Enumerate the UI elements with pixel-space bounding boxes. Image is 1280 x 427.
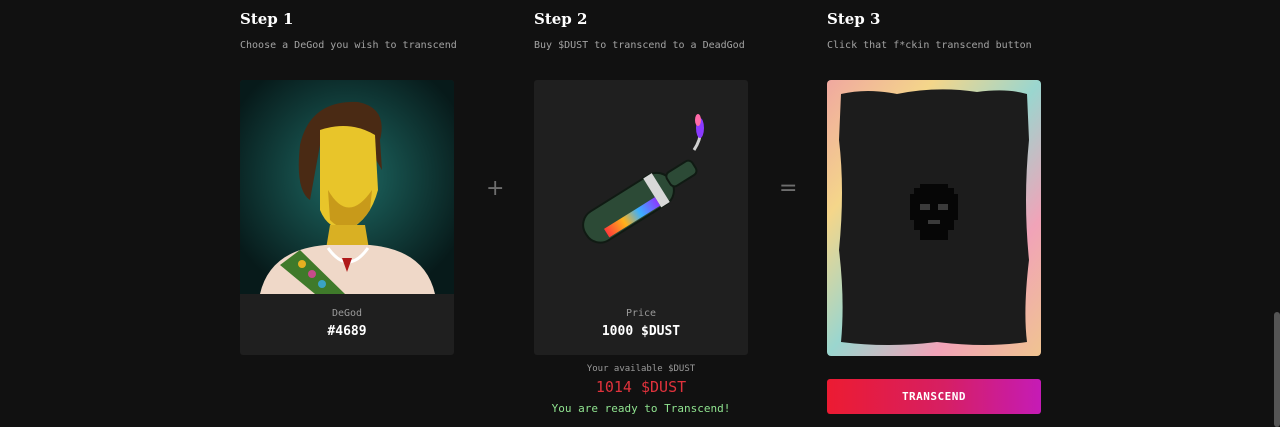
price-value: 1000 $DUST [601, 324, 681, 339]
deadgod-frame-art [827, 80, 1041, 356]
degod-portrait-icon [240, 80, 454, 294]
step-2-title: Step 2 [534, 10, 588, 28]
available-dust-value: 1014 $DUST [595, 378, 687, 396]
step-1-title: Step 1 [240, 10, 294, 28]
transcend-button[interactable]: TRANSCEND [827, 379, 1041, 414]
degod-card-number: #4689 [327, 324, 367, 339]
plus-operator: + [486, 176, 505, 201]
step-3-subtitle: Click that f*ckin transcend button [827, 40, 1032, 51]
step-1-subtitle: Choose a DeGod you wish to transcend [240, 40, 457, 51]
deadgod-preview [827, 80, 1041, 356]
available-dust-label: Your available $DUST [586, 364, 696, 374]
degod-card-label: DeGod [331, 308, 363, 319]
price-label: Price [625, 308, 657, 319]
degod-card[interactable]: DeGod #4689 [240, 80, 454, 355]
step-2-subtitle: Buy $DUST to transcend to a DeadGod [534, 40, 745, 51]
dust-card[interactable]: Price 1000 $DUST [534, 80, 748, 355]
page-scrollbar[interactable] [1274, 312, 1280, 427]
equals-operator: = [779, 176, 798, 201]
dust-bottle-icon [582, 114, 704, 244]
step-3-title: Step 3 [827, 10, 881, 28]
ready-status: You are ready to Transcend! [551, 402, 731, 415]
